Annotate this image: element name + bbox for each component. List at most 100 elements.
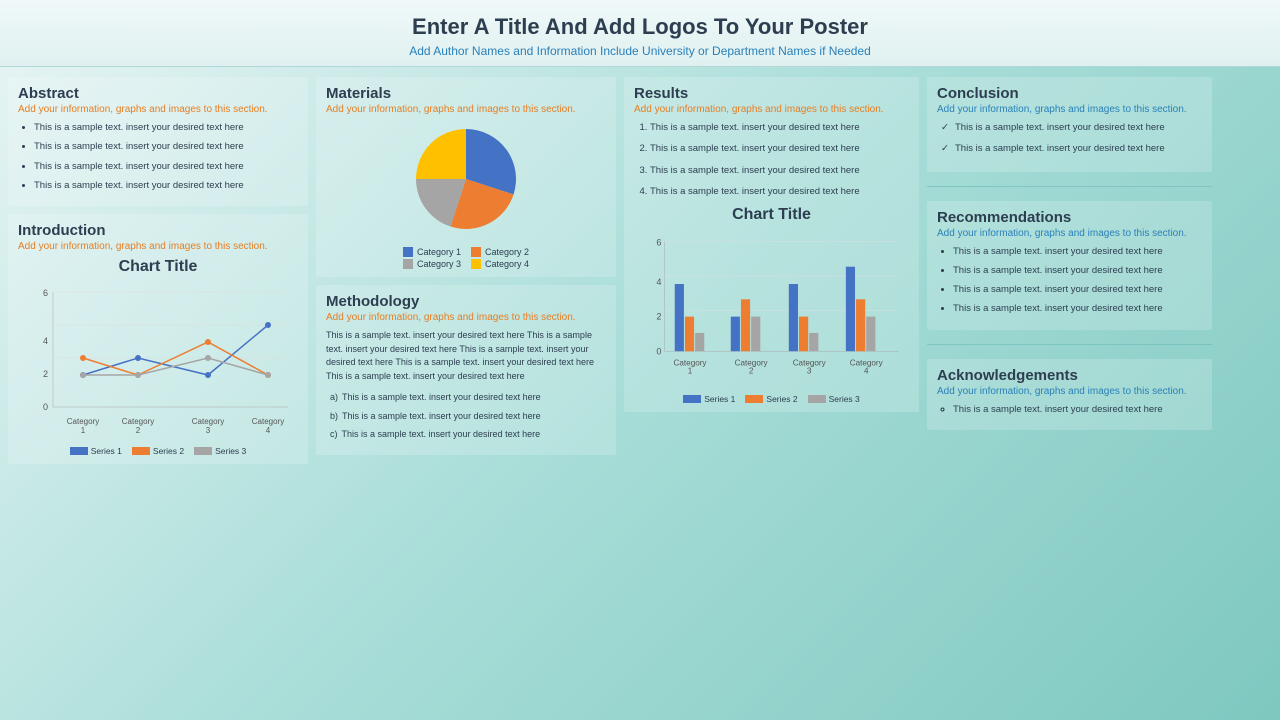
svg-text:6: 6 bbox=[656, 238, 661, 248]
series3-color bbox=[194, 447, 212, 455]
abstract-item-2: This is a sample text. insert your desir… bbox=[34, 140, 298, 153]
svg-text:4: 4 bbox=[43, 336, 48, 346]
series2-label: Series 2 bbox=[153, 446, 184, 456]
poster-subtitle: Add Author Names and Information Include… bbox=[20, 44, 1260, 58]
rec-item-4: This is a sample text. insert your desir… bbox=[953, 302, 1202, 315]
introduction-section: Introduction Add your information, graph… bbox=[8, 214, 308, 464]
conclusion-item-1: This is a sample text. insert your desir… bbox=[941, 121, 1202, 134]
divider-2 bbox=[927, 344, 1212, 345]
bar-series3-label: Series 3 bbox=[829, 394, 860, 404]
bar-series3-color bbox=[808, 395, 826, 403]
legend-series2: Series 2 bbox=[132, 446, 184, 456]
materials-subtitle: Add your information, graphs and images … bbox=[326, 104, 606, 115]
column-1: Abstract Add your information, graphs an… bbox=[8, 77, 308, 687]
line-chart-title: Chart Title bbox=[119, 258, 198, 276]
pie-legend-cat2: Category 2 bbox=[471, 247, 529, 257]
main-content: Abstract Add your information, graphs an… bbox=[0, 67, 1280, 697]
conclusion-title: Conclusion bbox=[937, 85, 1202, 102]
abstract-item-1: This is a sample text. insert your desir… bbox=[34, 121, 298, 134]
abstract-subtitle: Add your information, graphs and images … bbox=[18, 104, 298, 115]
bar-chart-container: Chart Title 0 2 4 6 bbox=[634, 206, 909, 404]
results-item-4: This is a sample text. insert your desir… bbox=[650, 185, 909, 198]
svg-text:0: 0 bbox=[43, 402, 48, 412]
methodology-list: a)This is a sample text. insert your des… bbox=[326, 391, 606, 441]
results-section: Results Add your information, graphs and… bbox=[624, 77, 919, 412]
svg-text:3: 3 bbox=[807, 367, 812, 376]
bar-legend-series2: Series 2 bbox=[745, 394, 797, 404]
materials-title: Materials bbox=[326, 85, 606, 102]
bar-legend-series1: Series 1 bbox=[683, 394, 735, 404]
line-chart-container: Chart Title 0 2 4 6 Category 1 bbox=[18, 258, 298, 456]
pie-legend: Category 1 Category 2 Category 3 Categor… bbox=[403, 247, 529, 269]
cat3-label: Category 3 bbox=[417, 259, 461, 269]
abstract-list: This is a sample text. insert your desir… bbox=[18, 121, 298, 192]
svg-text:0: 0 bbox=[656, 346, 661, 356]
column-2: Materials Add your information, graphs a… bbox=[316, 77, 616, 687]
column-4: Conclusion Add your information, graphs … bbox=[927, 77, 1212, 687]
bar-legend-series3: Series 3 bbox=[808, 394, 860, 404]
results-title: Results bbox=[634, 85, 909, 102]
meth-item-a: a)This is a sample text. insert your des… bbox=[330, 391, 606, 404]
acknowledgements-title: Acknowledgements bbox=[937, 367, 1202, 384]
introduction-title: Introduction bbox=[18, 222, 298, 239]
conclusion-subtitle: Add your information, graphs and images … bbox=[937, 104, 1202, 115]
acknowledgements-subtitle: Add your information, graphs and images … bbox=[937, 386, 1202, 397]
results-list: This is a sample text. insert your desir… bbox=[634, 121, 909, 198]
cat1-dot bbox=[403, 247, 413, 257]
cat2-dot bbox=[471, 247, 481, 257]
recommendations-subtitle: Add your information, graphs and images … bbox=[937, 228, 1202, 239]
abstract-title: Abstract bbox=[18, 85, 298, 102]
svg-text:2: 2 bbox=[136, 426, 141, 435]
series1-color bbox=[70, 447, 88, 455]
pie-legend-cat3: Category 3 bbox=[403, 259, 461, 269]
svg-text:Category: Category bbox=[67, 417, 99, 426]
methodology-section: Methodology Add your information, graphs… bbox=[316, 285, 616, 455]
bar-chart-svg: 0 2 4 6 bbox=[634, 230, 909, 390]
pie-chart-wrapper: Category 1 Category 2 Category 3 Categor… bbox=[326, 121, 606, 269]
bar-chart-title: Chart Title bbox=[732, 206, 811, 224]
cat2-label: Category 2 bbox=[485, 247, 529, 257]
line-chart-svg: 0 2 4 6 Category 1 Category 2 Category 3… bbox=[18, 282, 298, 442]
pie-legend-cat4: Category 4 bbox=[471, 259, 529, 269]
svg-text:Category: Category bbox=[122, 417, 154, 426]
results-item-2: This is a sample text. insert your desir… bbox=[650, 142, 909, 155]
rec-item-2: This is a sample text. insert your desir… bbox=[953, 264, 1202, 277]
methodology-subtitle: Add your information, graphs and images … bbox=[326, 312, 606, 323]
bar-series1-color bbox=[683, 395, 701, 403]
bar-chart-legend: Series 1 Series 2 Series 3 bbox=[683, 394, 860, 404]
svg-text:2: 2 bbox=[43, 369, 48, 379]
rec-item-1: This is a sample text. insert your desir… bbox=[953, 245, 1202, 258]
svg-text:6: 6 bbox=[43, 288, 48, 298]
svg-text:Category: Category bbox=[252, 417, 284, 426]
conclusion-item-2: This is a sample text. insert your desir… bbox=[941, 142, 1202, 155]
meth-item-c: c)This is a sample text. insert your des… bbox=[330, 428, 606, 441]
series1-label: Series 1 bbox=[91, 446, 122, 456]
results-subtitle: Add your information, graphs and images … bbox=[634, 104, 909, 115]
series3-label: Series 3 bbox=[215, 446, 246, 456]
acknowledgements-list: This is a sample text. insert your desir… bbox=[937, 403, 1202, 416]
abstract-item-4: This is a sample text. insert your desir… bbox=[34, 179, 298, 192]
ack-item-1: This is a sample text. insert your desir… bbox=[953, 403, 1202, 416]
conclusion-section: Conclusion Add your information, graphs … bbox=[927, 77, 1212, 172]
methodology-title: Methodology bbox=[326, 293, 606, 310]
bar-series1-label: Series 1 bbox=[704, 394, 735, 404]
column-3: Results Add your information, graphs and… bbox=[624, 77, 919, 687]
header: Enter A Title And Add Logos To Your Post… bbox=[0, 0, 1280, 67]
svg-text:4: 4 bbox=[656, 277, 661, 287]
pie-chart-svg bbox=[396, 121, 536, 241]
svg-text:1: 1 bbox=[81, 426, 86, 435]
cat4-dot bbox=[471, 259, 481, 269]
abstract-section: Abstract Add your information, graphs an… bbox=[8, 77, 308, 206]
svg-text:4: 4 bbox=[266, 426, 271, 435]
results-item-3: This is a sample text. insert your desir… bbox=[650, 164, 909, 177]
recommendations-title: Recommendations bbox=[937, 209, 1202, 226]
divider-1 bbox=[927, 186, 1212, 187]
legend-series1: Series 1 bbox=[70, 446, 122, 456]
series2-color bbox=[132, 447, 150, 455]
cat1-label: Category 1 bbox=[417, 247, 461, 257]
svg-text:1: 1 bbox=[688, 367, 693, 376]
results-item-1: This is a sample text. insert your desir… bbox=[650, 121, 909, 134]
pie-legend-cat1: Category 1 bbox=[403, 247, 461, 257]
introduction-subtitle: Add your information, graphs and images … bbox=[18, 241, 298, 252]
meth-item-b: b)This is a sample text. insert your des… bbox=[330, 410, 606, 423]
